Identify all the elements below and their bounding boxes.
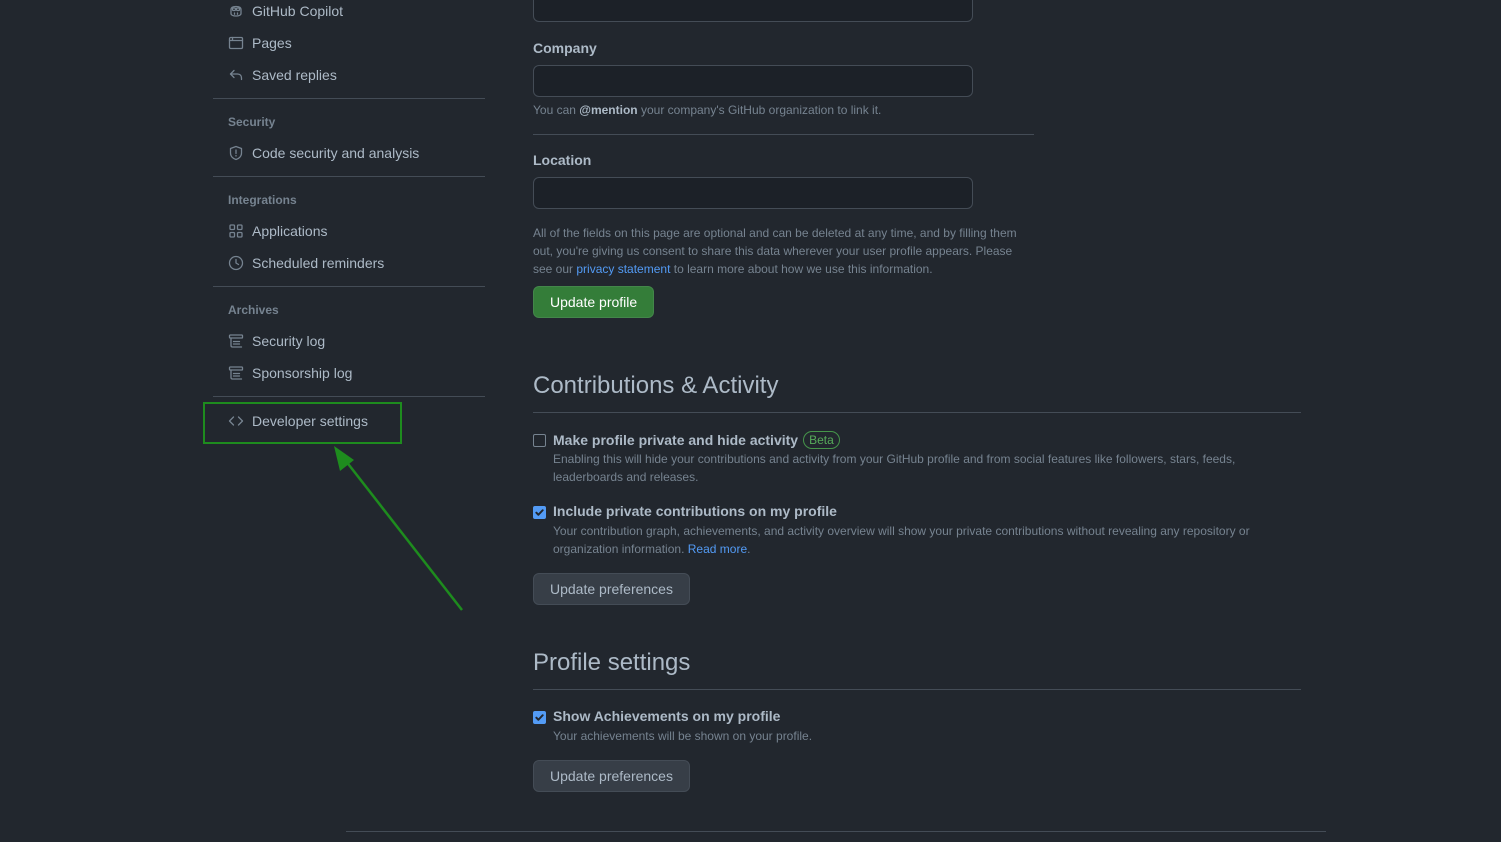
company-hint-prefix: You can: [533, 103, 580, 117]
section-divider: [533, 412, 1301, 413]
contributions-section-title: Contributions & Activity: [533, 372, 779, 399]
disclaimer-suffix: to learn more about how we use this info…: [670, 262, 933, 276]
privacy-statement-link[interactable]: privacy statement: [576, 262, 670, 276]
sidebar-item-copilot[interactable]: GitHub Copilot: [228, 0, 343, 25]
company-input[interactable]: [533, 65, 973, 97]
private-profile-label-text: Make profile private and hide activity: [553, 432, 799, 448]
update-contribution-preferences-button[interactable]: Update preferences: [533, 573, 690, 605]
copilot-icon: [230, 5, 242, 17]
section-divider: [533, 134, 1034, 135]
sidebar-item-security-log[interactable]: Security log: [228, 327, 325, 355]
section-divider: [533, 689, 1301, 690]
footer-divider: [346, 831, 1326, 832]
sidebar-item-label: Security log: [252, 333, 326, 349]
settings-page: GitHub Copilot Pages Saved replies Secur…: [0, 0, 1501, 842]
sidebar-item-applications[interactable]: Applications: [228, 217, 328, 245]
location-input[interactable]: [533, 177, 973, 209]
annotation-arrow-icon: [334, 446, 463, 611]
checkmark-icon: [535, 714, 544, 721]
sidebar-divider: [213, 396, 485, 397]
sidebar-divider: [213, 286, 485, 287]
private-profile-checkbox[interactable]: [533, 434, 546, 447]
shield-icon: [229, 145, 243, 161]
show-achievements-description: Your achievements will be shown on your …: [553, 729, 813, 743]
sidebar-item-pages[interactable]: Pages: [228, 29, 292, 57]
apps-grid-icon: [229, 224, 243, 238]
read-more-link[interactable]: Read more: [688, 542, 747, 556]
sidebar-item-code-security[interactable]: Code security and analysis: [228, 139, 419, 167]
sidebar-item-label: Applications: [252, 223, 328, 239]
sidebar-item-label: GitHub Copilot: [252, 3, 344, 19]
sidebar-item-sponsorship-log[interactable]: Sponsorship log: [228, 359, 352, 387]
sidebar-item-saved-replies[interactable]: Saved replies: [228, 61, 337, 89]
sidebar-divider: [213, 176, 485, 177]
sidebar-item-label: Sponsorship log: [252, 365, 353, 381]
sidebar-heading-security: Security: [228, 115, 276, 129]
update-profile-button[interactable]: Update profile: [533, 286, 655, 318]
reply-icon: [229, 69, 243, 81]
include-private-contributions-checkbox[interactable]: [533, 506, 546, 519]
log-icon: [228, 366, 244, 380]
sidebar-divider: [213, 98, 485, 99]
beta-badge: Beta: [803, 431, 840, 449]
include-private-contributions-label[interactable]: Include private contributions on my prof…: [553, 503, 837, 519]
log-icon: [228, 334, 244, 348]
update-profile-preferences-button[interactable]: Update preferences: [533, 760, 690, 792]
include-desc-suffix: .: [747, 542, 751, 556]
company-label: Company: [533, 40, 597, 56]
show-achievements-label[interactable]: Show Achievements on my profile: [553, 708, 780, 724]
sidebar-item-scheduled-reminders[interactable]: Scheduled reminders: [228, 249, 384, 277]
company-hint-suffix: your company's GitHub organization to li…: [637, 103, 882, 117]
location-label: Location: [533, 152, 592, 168]
sidebar-item-label: Saved replies: [252, 67, 337, 83]
checkmark-icon: [535, 509, 544, 516]
private-profile-description: Enabling this will hide your contributio…: [553, 452, 1236, 484]
clock-icon: [228, 255, 244, 271]
sidebar-heading-integrations: Integrations: [228, 193, 297, 207]
annotation-highlight-box: [203, 402, 402, 444]
include-private-contributions-description: Your contribution graph, achievements, a…: [553, 522, 1273, 558]
profile-settings-section-title: Profile settings: [533, 649, 691, 676]
company-hint-mention: @mention: [579, 103, 638, 117]
previous-field-input[interactable]: [533, 0, 973, 22]
include-desc-text: Your contribution graph, achievements, a…: [553, 524, 1250, 556]
sidebar-heading-archives: Archives: [228, 303, 279, 317]
privacy-disclaimer: All of the fields on this page are optio…: [533, 224, 1025, 278]
show-achievements-checkbox[interactable]: [533, 711, 546, 724]
company-hint: You can @mention your company's GitHub o…: [533, 101, 881, 119]
sidebar-item-label: Scheduled reminders: [252, 255, 385, 271]
private-profile-label[interactable]: Make profile private and hide activity Be…: [553, 431, 840, 449]
sidebar-item-label: Pages: [252, 35, 292, 51]
sidebar-item-label: Code security and analysis: [252, 145, 420, 161]
browser-icon: [228, 36, 244, 50]
